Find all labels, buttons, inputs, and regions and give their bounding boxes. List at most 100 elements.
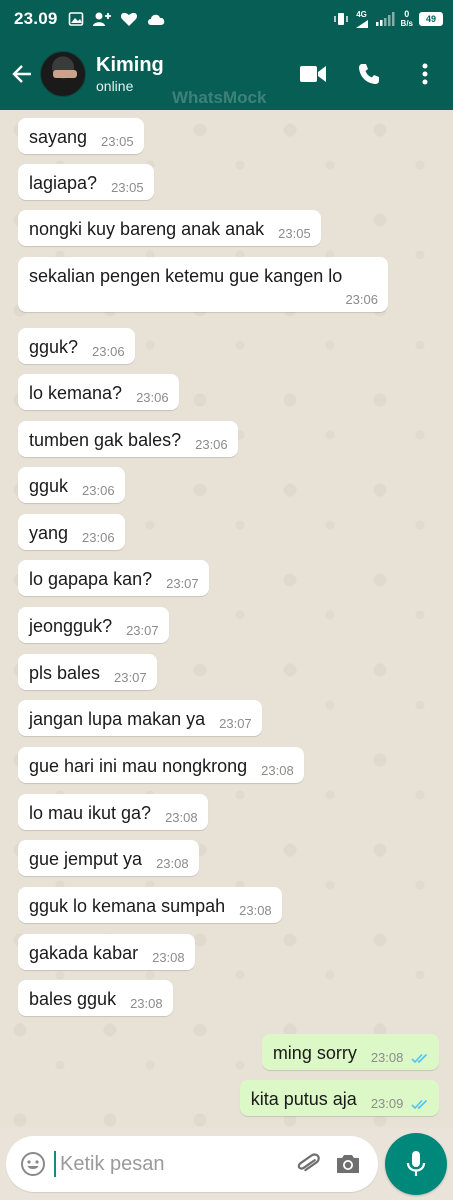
video-call-button[interactable] [285,46,341,102]
person-add-icon [92,12,111,26]
signal-icon [355,19,368,28]
message-time: 23:06 [82,530,115,545]
read-ticks-icon [411,1099,428,1110]
contact-status: online [96,78,134,94]
message-text: pls bales [29,663,101,683]
message-bubble[interactable]: tumben gak bales? 23:06 [18,421,238,457]
message-bubble[interactable]: nongki kuy bareng anak anak 23:05 [18,210,321,246]
battery-level: 49 [425,14,436,24]
message-text: lo kemana? [29,383,123,403]
message-bubble[interactable]: sekalian pengen ketemu gue kangen lo 23:… [18,257,388,312]
arrow-left-icon [12,65,31,83]
message-time: 23:09 [370,1096,404,1111]
heart-icon [120,12,137,26]
back-button[interactable] [6,54,38,94]
network-type: 4G [356,9,367,19]
input-bar [0,1128,453,1200]
message-bubble[interactable]: lo mau ikut ga? 23:08 [18,794,208,830]
more-vert-icon [422,63,428,85]
attach-button[interactable] [288,1144,328,1184]
message-text: jangan lupa makan ya [29,709,206,729]
chat-area[interactable]: sayang 23:05 lagiapa? 23:05 nongki kuy b… [0,110,453,1128]
message-bubble[interactable]: lo kemana? 23:06 [18,374,179,410]
message-time: 23:08 [152,950,185,965]
message-time: 23:06 [345,292,378,307]
microphone-icon [406,1151,426,1176]
message-bubble[interactable]: gguk 23:06 [18,467,125,503]
message-text: lo gapapa kan? [29,569,153,589]
signal-bars-icon [375,12,395,26]
gallery-icon [68,12,83,26]
message-text: gakada kabar [29,943,139,963]
message-text: sayang [29,127,88,147]
message-time: 23:08 [156,856,189,871]
chat-header: Kiming online WhatsMock [0,38,453,110]
message-text: sekalian pengen ketemu gue kangen lo [29,266,343,286]
message-bubble[interactable]: gue hari ini mau nongkrong 23:08 [18,747,304,783]
voice-call-button[interactable] [341,46,397,102]
contact-name: Kiming [96,54,164,76]
message-text: kita putus aja [250,1089,357,1109]
message-input[interactable] [60,1152,250,1176]
phone-icon [359,64,379,84]
message-text: lo mau ikut ga? [29,803,152,823]
message-bubble[interactable]: gue jemput ya 23:08 [18,840,199,876]
message-bubble[interactable]: lagiapa? 23:05 [18,164,154,200]
message-text: gue jemput ya [29,849,143,869]
message-time: 23:07 [114,670,147,685]
message-bubble-outgoing[interactable]: kita putus aja 23:09 [239,1080,439,1116]
message-text: jeongguk? [29,616,113,636]
message-text: yang [29,523,69,543]
message-bubble[interactable]: pls bales 23:07 [18,654,157,690]
speed-value: 0 [404,9,410,19]
message-bubble[interactable]: yang 23:06 [18,514,125,550]
message-bubble[interactable]: sayang 23:05 [18,118,144,154]
message-time: 23:06 [195,437,228,452]
read-ticks-icon [411,1053,428,1064]
message-text: gguk? [29,337,79,357]
cloud-icon [147,14,164,25]
message-text: gguk [29,476,69,496]
message-bubble[interactable]: gakada kabar 23:08 [18,934,195,970]
message-time: 23:05 [278,226,311,241]
video-call-icon [300,66,326,82]
status-time: 23.09 [14,9,58,28]
message-text: ming sorry [272,1043,357,1063]
message-time: 23:06 [82,483,115,498]
avatar[interactable] [40,51,86,97]
status-bar: 23.09 4G 0 B/s 49 [0,0,453,38]
message-bubble[interactable]: bales gguk 23:08 [18,980,173,1016]
message-time: 23:05 [101,134,134,149]
message-bubble[interactable]: jeongguk? 23:07 [18,607,169,643]
voice-message-button[interactable] [385,1133,447,1195]
message-bubble[interactable]: gguk? 23:06 [18,328,135,364]
message-bubble[interactable]: gguk lo kemana sumpah 23:08 [18,887,282,923]
emoji-icon [21,1152,45,1176]
message-time: 23:07 [219,716,252,731]
text-cursor [54,1151,56,1177]
message-text: gue hari ini mau nongkrong [29,756,248,776]
camera-icon [337,1155,359,1173]
more-options-button[interactable] [397,46,453,102]
message-time: 23:08 [370,1050,404,1065]
paperclip-icon [297,1153,320,1172]
message-bubble-outgoing[interactable]: ming sorry 23:08 [261,1034,439,1070]
vibrate-icon [333,13,348,25]
speed-unit: B/s [400,19,413,28]
message-text: bales gguk [29,989,117,1009]
contact-info[interactable]: Kiming online [96,54,164,94]
camera-button[interactable] [328,1144,368,1184]
message-time: 23:05 [111,180,144,195]
message-bubble[interactable]: jangan lupa makan ya 23:07 [18,700,262,736]
watermark: WhatsMock [172,88,267,107]
message-time: 23:07 [126,623,159,638]
message-text: lagiapa? [29,173,98,193]
message-time: 23:08 [130,996,163,1011]
message-time: 23:06 [136,390,169,405]
message-time: 23:08 [165,810,198,825]
message-input-container [6,1136,378,1192]
message-bubble[interactable]: lo gapapa kan? 23:07 [18,560,209,596]
battery-icon: 49 [419,12,443,26]
message-time: 23:06 [92,344,125,359]
emoji-button[interactable] [18,1149,48,1179]
